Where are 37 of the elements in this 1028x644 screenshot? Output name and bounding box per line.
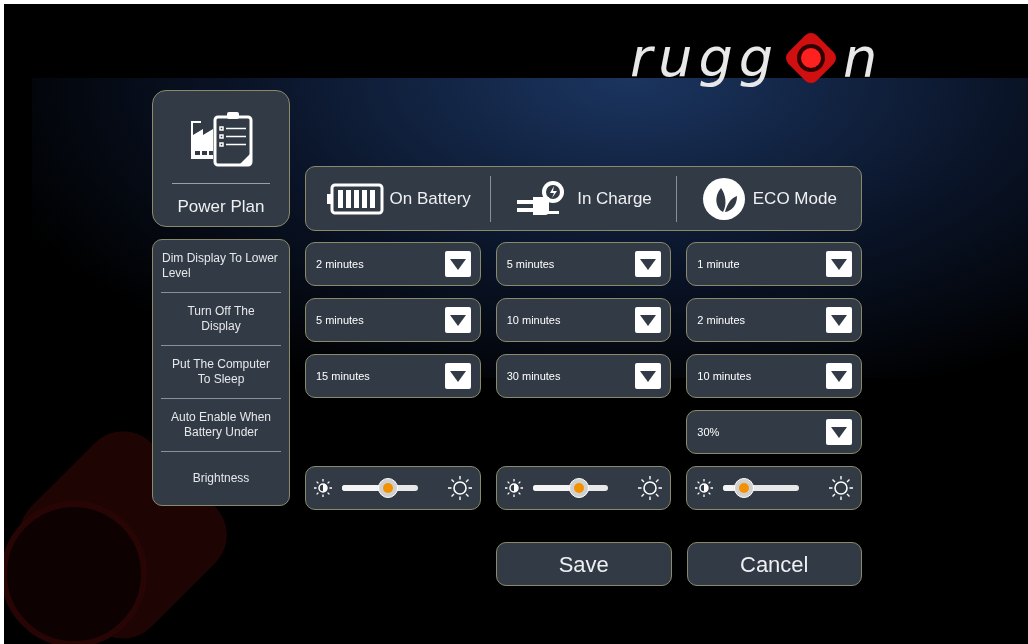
dim-brightness-icon	[504, 479, 523, 497]
bright-brightness-icon	[447, 476, 472, 500]
dropdown[interactable]: 2 minutes	[305, 242, 481, 286]
setting-label: Turn Off The Display	[186, 304, 256, 334]
dropdown[interactable]: 15 minutes	[305, 354, 481, 398]
dim-brightness-icon	[695, 479, 714, 497]
power-plan-tile[interactable]: Power Plan	[152, 90, 290, 227]
setting-label: Brightness	[192, 471, 250, 486]
mode-label: On Battery	[389, 187, 471, 210]
brightness-slider[interactable]	[686, 466, 862, 510]
dropdown[interactable]: 2 minutes	[686, 298, 862, 342]
leaf-icon	[700, 175, 747, 222]
setting-label: Put The Computer To Sleep	[171, 357, 271, 387]
dim-brightness-icon	[314, 479, 332, 497]
dropdown[interactable]: 5 minutes	[495, 242, 672, 286]
mode-label: In Charge	[577, 187, 652, 210]
setting-label: Dim Display To Lower Level	[162, 251, 279, 281]
dropdown[interactable]: 30%	[686, 410, 862, 454]
brightness-slider[interactable]	[305, 466, 481, 510]
dropdown[interactable]: 10 minutes	[495, 298, 672, 342]
bright-brightness-icon	[638, 476, 663, 500]
dropdown[interactable]: 30 minutes	[495, 354, 672, 398]
logo-text: rugg	[630, 31, 779, 85]
logo-text: n	[843, 31, 878, 85]
slider-thumb[interactable]	[378, 478, 399, 498]
dropdown[interactable]: 1 minute	[686, 242, 862, 286]
mode-label: ECO Mode	[752, 187, 837, 210]
slider-thumb[interactable]	[733, 478, 754, 498]
battery-icon	[325, 182, 384, 215]
dialog-button[interactable]: Save	[496, 542, 672, 586]
dropdown[interactable]: 5 minutes	[305, 298, 481, 342]
dropdown[interactable]: 10 minutes	[686, 354, 862, 398]
brightness-slider[interactable]	[495, 466, 672, 510]
dialog-button[interactable]: Cancel	[686, 542, 862, 586]
slider-thumb[interactable]	[569, 478, 589, 498]
bright-brightness-icon	[829, 476, 853, 500]
setting-label: Auto Enable When Battery Under	[169, 410, 273, 440]
